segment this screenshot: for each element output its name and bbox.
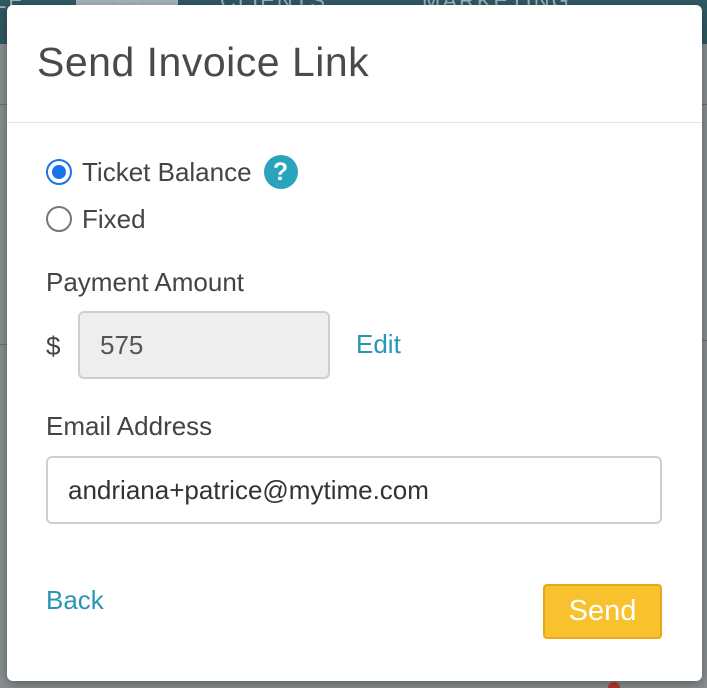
back-link[interactable]: Back xyxy=(46,585,104,616)
email-address-label: Email Address xyxy=(46,411,213,441)
payment-amount-label: Payment Amount xyxy=(46,267,244,297)
dialog-header: Send Invoice Link xyxy=(7,5,702,123)
ticket-balance-radio[interactable] xyxy=(46,159,72,185)
ticket-balance-label[interactable]: Ticket Balance xyxy=(82,157,252,188)
send-button[interactable]: Send xyxy=(543,584,662,639)
option-fixed[interactable]: Fixed xyxy=(46,204,146,234)
currency-symbol: $ xyxy=(46,331,61,361)
send-invoice-link-dialog: Send Invoice Link Ticket Balance ? Fixed… xyxy=(7,5,702,681)
dialog-title: Send Invoice Link xyxy=(37,39,370,85)
email-address-input[interactable] xyxy=(46,456,662,524)
fixed-label[interactable]: Fixed xyxy=(82,204,146,235)
payment-amount-input[interactable] xyxy=(78,311,330,379)
fixed-radio[interactable] xyxy=(46,206,72,232)
edit-amount-link[interactable]: Edit xyxy=(356,329,401,360)
option-ticket-balance[interactable]: Ticket Balance ? xyxy=(46,155,298,189)
question-circle-icon[interactable]: ? xyxy=(263,155,298,189)
background-badge xyxy=(608,682,620,688)
